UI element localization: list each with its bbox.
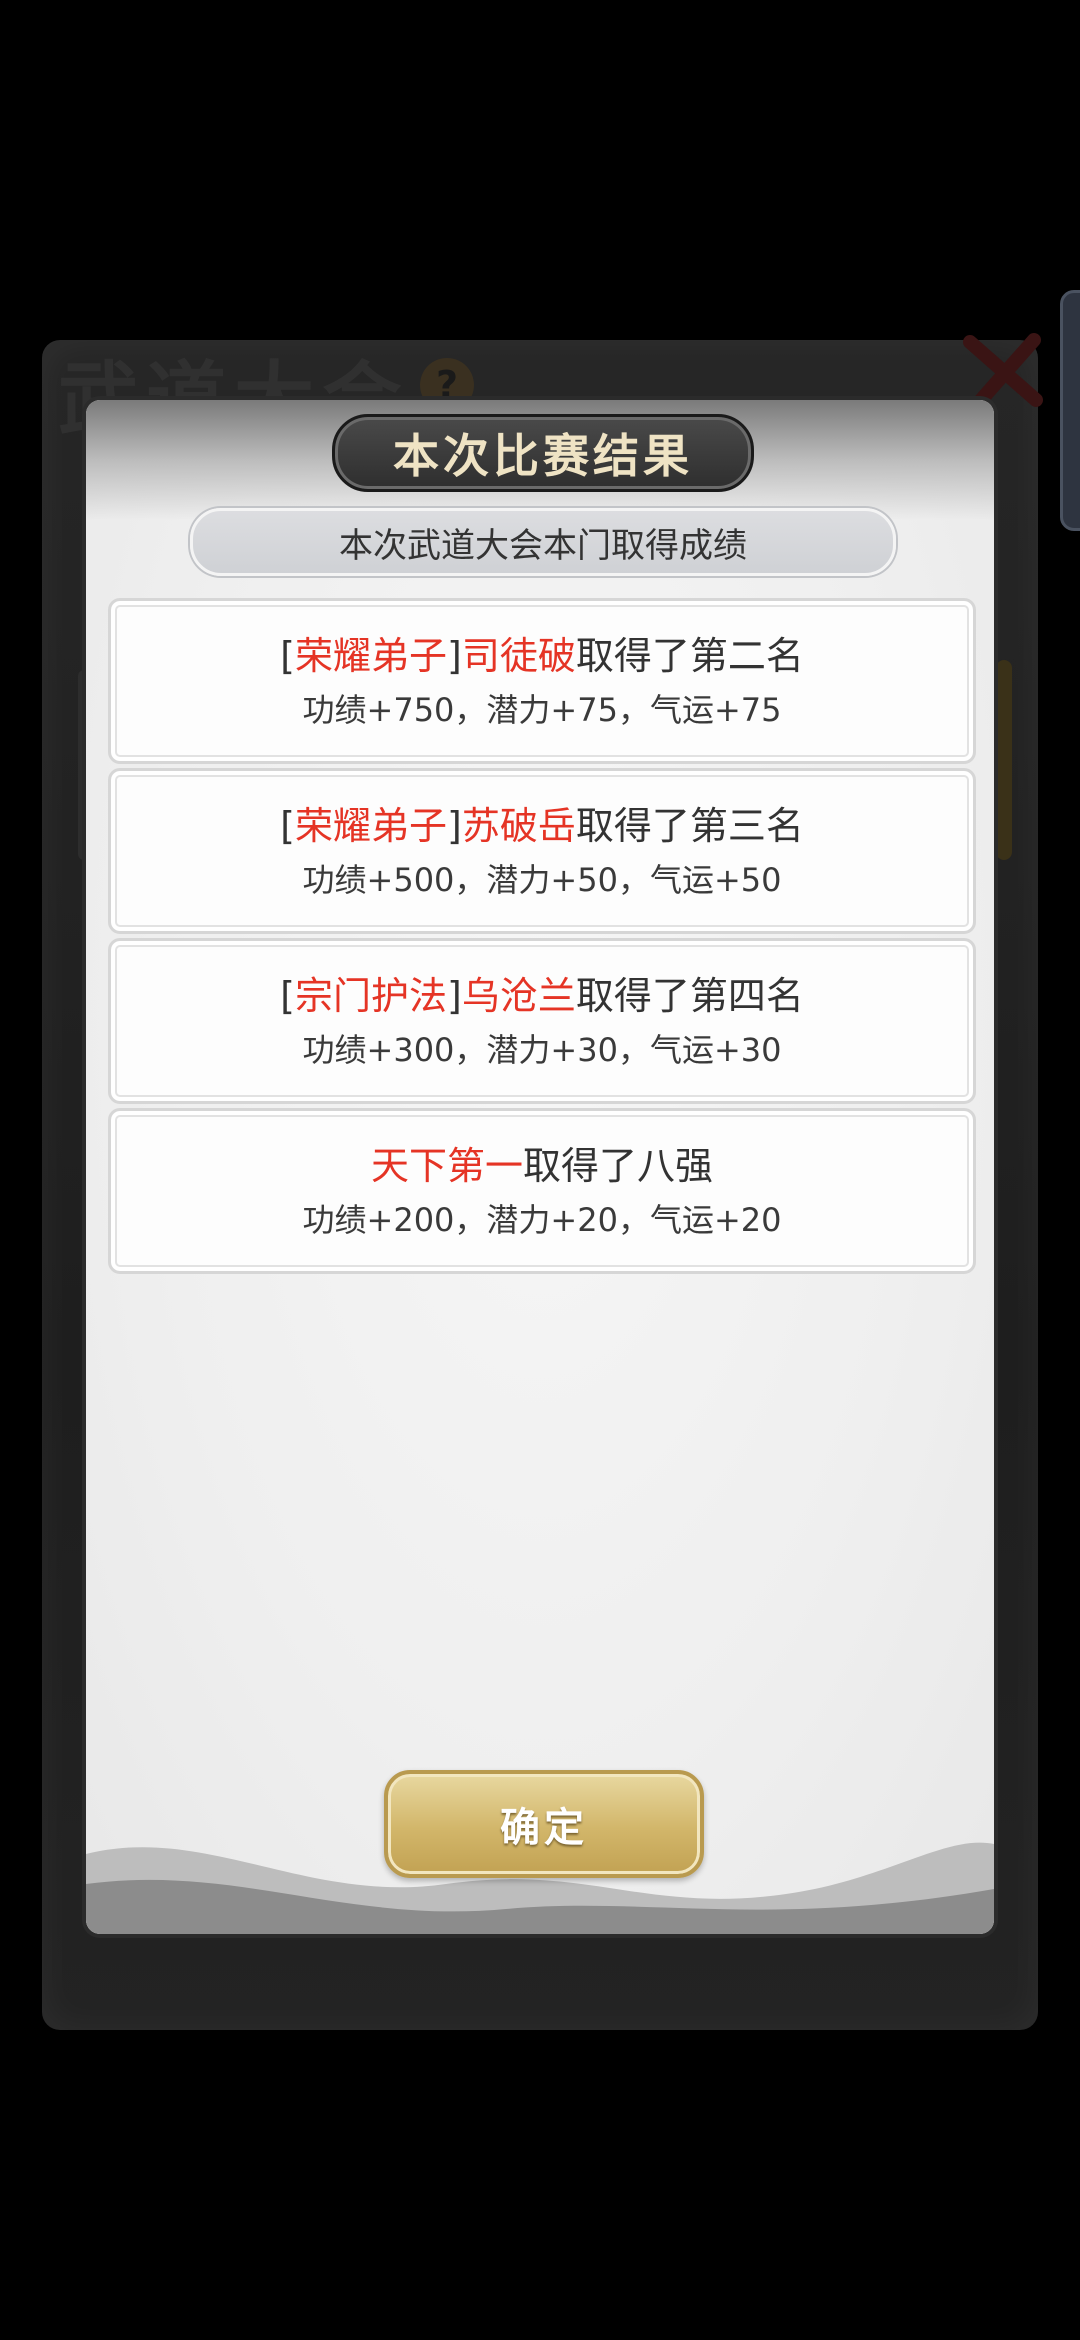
dialog-subtitle: 本次武道大会本门取得成绩 [190,508,896,576]
bracket-close: ] [446,974,462,1018]
dialog-subtitle-text: 本次武道大会本门取得成绩 [339,525,747,566]
result-card: [荣耀弟子]司徒破取得了第二名 功绩+750，潜力+75，气运+75 [108,598,976,764]
dialog-title: 本次比赛结果 [332,414,754,492]
reward-text: 功绩+200，潜力+20，气运+20 [302,1201,782,1239]
rank-title: 荣耀弟子 [294,804,447,848]
bracket-open: [ [280,634,295,678]
result-headline: [荣耀弟子]苏破岳取得了第三名 [111,795,973,850]
placement-text: 取得了第三名 [575,804,804,848]
reward-text: 功绩+500，潜力+50，气运+50 [302,861,782,899]
bracket-close: ] [446,804,462,848]
confirm-button-label: 确定 [500,1805,588,1851]
disciple-name: 苏破岳 [461,804,576,848]
result-headline: 天下第一取得了八强 [111,1135,973,1190]
placement-text: 取得了八强 [523,1144,714,1188]
bracket-open: [ [280,974,295,1018]
reward-text: 功绩+300，潜力+30，气运+30 [302,1031,782,1069]
result-headline: [荣耀弟子]司徒破取得了第二名 [111,625,973,680]
rank-title: 宗门护法 [294,974,447,1018]
placement-text: 取得了第四名 [575,974,804,1018]
result-card: 天下第一取得了八强 功绩+200，潜力+20，气运+20 [108,1108,976,1274]
reward-text: 功绩+750，潜力+75，气运+75 [302,691,782,729]
dialog-title-text: 本次比赛结果 [393,429,693,483]
disciple-name: 司徒破 [461,634,576,678]
confirm-button[interactable]: 确定 [384,1770,704,1878]
result-card: [荣耀弟子]苏破岳取得了第三名 功绩+500，潜力+50，气运+50 [108,768,976,934]
placement-text: 取得了第二名 [575,634,804,678]
screen: 武道大会 ? 本次比赛结果 本次武道大会本门取得成绩 [荣耀弟子]司徒破取得了第… [0,0,1080,2340]
result-headline: [宗门护法]乌沧兰取得了第四名 [111,965,973,1020]
rank-title: 荣耀弟子 [294,634,447,678]
disciple-name: 天下第一 [370,1144,523,1188]
result-card: [宗门护法]乌沧兰取得了第四名 功绩+300，潜力+30，气运+30 [108,938,976,1104]
bracket-close: ] [446,634,462,678]
bracket-open: [ [280,804,295,848]
edge-handle[interactable] [1060,290,1080,531]
disciple-name: 乌沧兰 [461,974,576,1018]
background-side-ornament [996,660,1012,860]
